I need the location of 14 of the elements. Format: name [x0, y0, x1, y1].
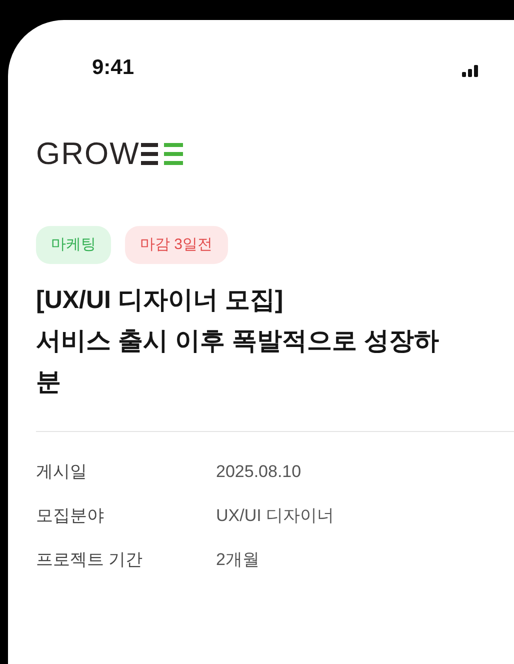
logo-text: GROW [36, 134, 140, 173]
detail-value: UX/UI 디자이너 [216, 505, 334, 528]
detail-label: 모집분야 [36, 505, 105, 528]
logo-mark-icon [140, 143, 183, 165]
detail-label: 게시일 [36, 461, 88, 484]
detail-value: 2개월 [216, 549, 260, 572]
detail-value: 2025.08.10 [216, 461, 302, 484]
post-title-line: [UX/UI 디자이너 모집] [36, 285, 284, 316]
category-tag: 마케팅 [36, 226, 111, 264]
status-time: 9:41 [92, 55, 134, 82]
deadline-tag: 마감 3일전 [125, 226, 228, 264]
post-title-line: 서비스 출시 이후 폭발적으로 성장하 [36, 326, 439, 357]
detail-label: 프로젝트 기간 [36, 549, 144, 572]
post-title-line: 분 [36, 367, 61, 398]
